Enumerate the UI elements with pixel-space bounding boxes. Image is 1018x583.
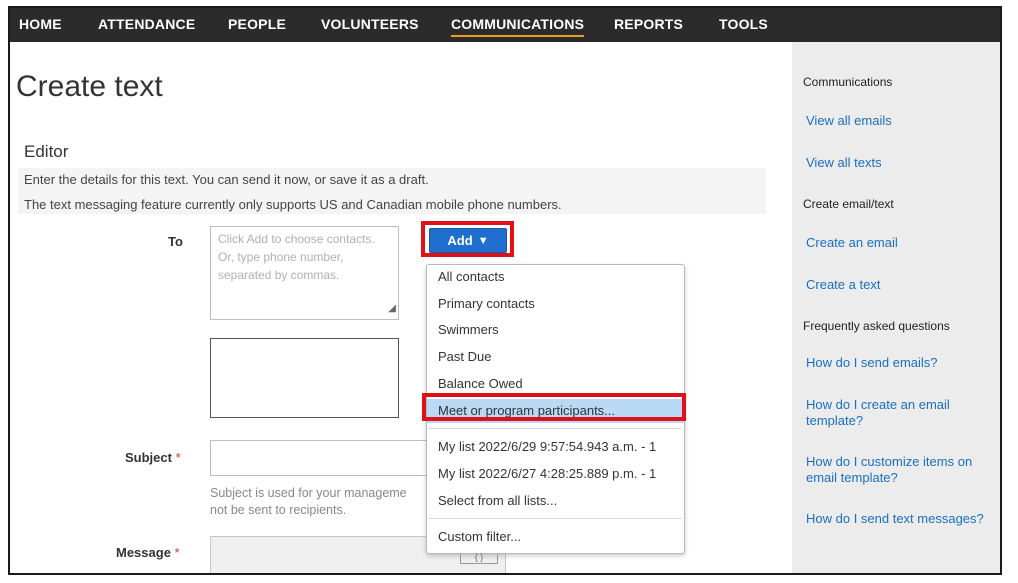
menu-item-swimmers[interactable]: Swimmers	[427, 318, 684, 342]
sidebar-link-faq-send-text[interactable]: How do I send text messages?	[806, 511, 996, 527]
nav-reports[interactable]: REPORTS	[614, 16, 683, 32]
menu-item-list[interactable]: My list 2022/6/29 9:57:54.943 a.m. - 1	[427, 435, 684, 459]
menu-item-select-from-all-lists[interactable]: Select from all lists...	[427, 489, 684, 513]
add-dropdown-menu: All contacts Primary contacts Swimmers P…	[426, 264, 685, 554]
nav-home[interactable]: HOME	[19, 16, 62, 32]
menu-divider	[429, 428, 682, 429]
sidebar-heading-faq: Frequently asked questions	[803, 319, 950, 333]
sms-support-notice: The text messaging feature currently onl…	[24, 197, 562, 212]
menu-item-primary-contacts[interactable]: Primary contacts	[427, 292, 684, 316]
add-button[interactable]: Add ▼	[429, 228, 507, 253]
subject-label: Subject *	[125, 450, 181, 465]
menu-item-meet-or-program-participants[interactable]: Meet or program participants...	[427, 399, 684, 423]
nav-communications[interactable]: COMMUNICATIONS	[451, 16, 585, 37]
app-frame: HOME ATTENDANCE PEOPLE VOLUNTEERS COMMUN…	[8, 6, 1002, 575]
sidebar-link-view-all-emails[interactable]: View all emails	[806, 113, 996, 129]
to-label: To	[168, 234, 183, 249]
sidebar-link-faq-send-emails[interactable]: How do I send emails?	[806, 355, 996, 371]
menu-item-past-due[interactable]: Past Due	[427, 345, 684, 369]
sidebar-heading-communications: Communications	[803, 75, 893, 89]
page-title: Create text	[16, 70, 163, 103]
menu-item-custom-filter[interactable]: Custom filter...	[427, 525, 684, 549]
sidebar-heading-create: Create email/text	[803, 197, 894, 211]
required-marker: *	[174, 545, 180, 560]
sidebar-link-create-text[interactable]: Create a text	[806, 277, 996, 293]
menu-item-list[interactable]: My list 2022/6/27 4:28:25.889 p.m. - 1	[427, 462, 684, 486]
nav-volunteers[interactable]: VOLUNTEERS	[321, 16, 419, 32]
sidebar-link-faq-customize-template[interactable]: How do I customize items on email templa…	[806, 454, 996, 486]
sidebar-link-faq-create-template[interactable]: How do I create an email template?	[806, 397, 996, 429]
menu-item-balance-owed[interactable]: Balance Owed	[427, 372, 684, 396]
sidebar-link-view-all-texts[interactable]: View all texts	[806, 155, 996, 171]
nav-people[interactable]: PEOPLE	[228, 16, 286, 32]
right-sidebar: Communications View all emails View all …	[792, 42, 1000, 573]
to-placeholder: Click Add to choose contacts. Or, type p…	[218, 232, 375, 282]
editor-info-text: Enter the details for this text. You can…	[24, 172, 429, 187]
recipient-list-box[interactable]	[210, 338, 399, 418]
sidebar-link-create-email[interactable]: Create an email	[806, 235, 996, 251]
top-nav: HOME ATTENDANCE PEOPLE VOLUNTEERS COMMUN…	[10, 8, 1000, 42]
resize-grip-icon[interactable]: ◢	[388, 300, 396, 318]
nav-attendance[interactable]: ATTENDANCE	[98, 16, 195, 32]
to-recipients-field[interactable]: Click Add to choose contacts. Or, type p…	[210, 226, 399, 320]
message-label: Message *	[116, 545, 180, 560]
nav-tools[interactable]: TOOLS	[719, 16, 768, 32]
editor-heading: Editor	[24, 142, 69, 161]
required-marker: *	[175, 450, 181, 465]
menu-divider	[429, 518, 682, 519]
insert-token-icon[interactable]: { }	[460, 553, 498, 564]
subject-help-text: Subject is used for your manageme not be…	[210, 486, 407, 517]
caret-down-icon: ▼	[477, 234, 489, 247]
menu-item-all-contacts[interactable]: All contacts	[427, 265, 684, 289]
